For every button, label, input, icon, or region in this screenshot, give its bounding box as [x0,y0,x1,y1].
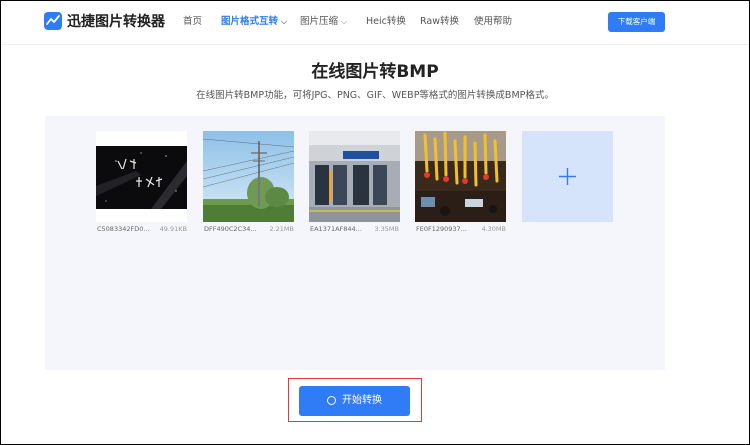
file-thumbnail[interactable] [96,131,187,222]
file-thumbnail[interactable] [203,131,294,222]
nav-compress-label: 图片压缩 [300,16,339,27]
nav-compress[interactable]: 图片压缩 ⌵ [300,14,347,30]
file-thumbnail[interactable] [309,131,400,222]
file-thumbnail[interactable] [415,131,506,222]
nav-raw[interactable]: Raw转换 [420,14,459,30]
start-convert-label: 开始转换 [342,395,382,406]
file-name: FE0F1290937... [416,225,467,233]
start-convert-button[interactable]: 开始转换 [299,386,410,416]
nav-home-label: 首页 [183,16,203,27]
nav-help-label: 使用帮助 [474,16,513,27]
page-title: 在线图片转BMP [311,62,439,82]
file-size: 49.91KB [159,225,187,233]
chevron-down-icon: ⌵ [281,17,288,26]
nav-home[interactable]: 首页 [183,14,202,30]
nav-help[interactable]: 使用帮助 [474,14,512,30]
nav-format-convert-label: 图片格式互转 [221,16,279,27]
file-name: C5083342FD0... [97,225,150,233]
brand-name[interactable]: 迅捷图片转换器 [67,12,165,32]
file-size: 2.21MB [269,225,294,233]
chevron-down-icon: ⌵ [341,17,348,26]
page-subtitle: 在线图片转BMP功能，可将JPG、PNG、GIF、WEBP等格式的图片转换成BM… [196,90,554,101]
app-logo-icon[interactable] [44,12,62,30]
nav-heic[interactable]: Heic转换 [366,14,406,30]
file-size: 4.30MB [481,225,506,233]
download-client-button[interactable]: 下载客户端 [608,12,665,32]
nav-format-convert[interactable]: 图片格式互转 ⌵ [221,14,287,30]
file-name: EA1371AF844... [310,225,362,233]
add-file-button[interactable] [522,131,613,222]
file-size: 3.35MB [374,225,399,233]
file-name: DFF490C2C34... [204,225,257,233]
nav-heic-label: Heic转换 [366,16,406,27]
loading-spinner-icon [327,396,336,405]
plus-icon [559,168,576,185]
nav-raw-label: Raw转换 [420,16,459,27]
